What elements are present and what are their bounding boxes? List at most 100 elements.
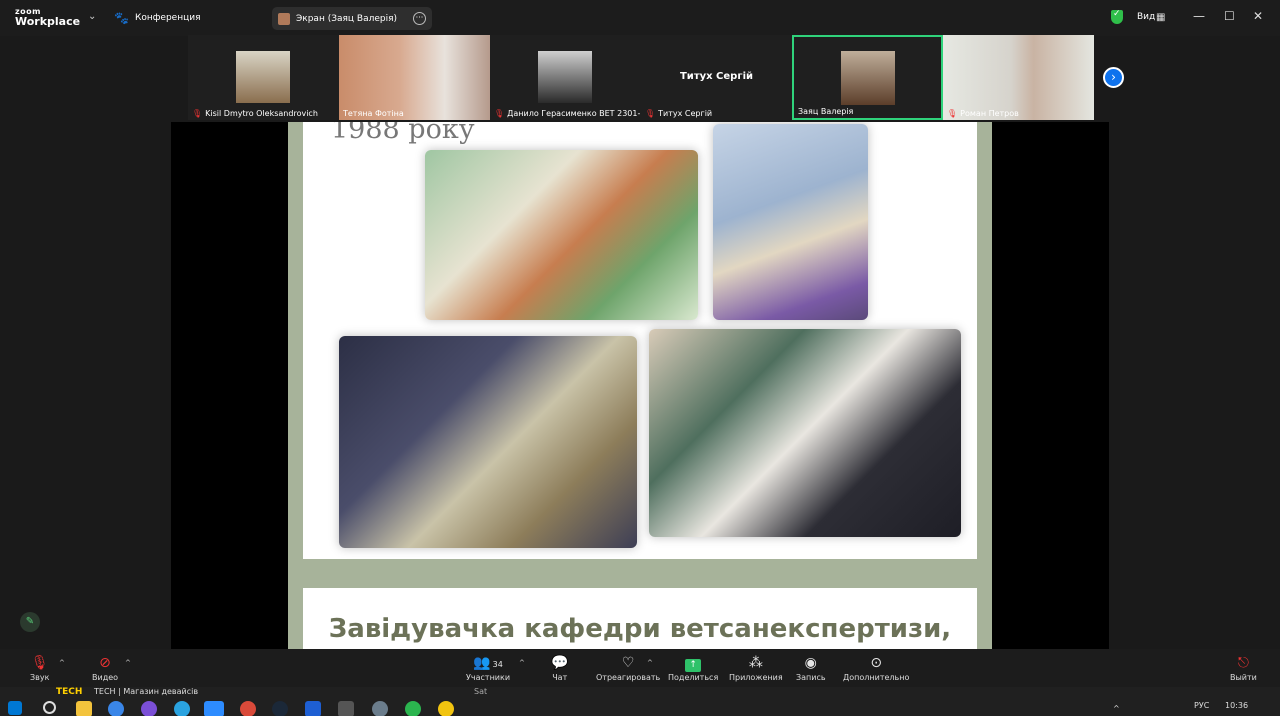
participant-name-label: 🎙 Роман Петров xyxy=(947,109,1019,118)
record-button[interactable]: ◉ Запись xyxy=(796,653,826,682)
slide-photo xyxy=(425,150,698,320)
more-icon: ⊙ xyxy=(870,655,883,671)
weather-label: Sat xyxy=(474,687,488,696)
react-label: Отреагировать xyxy=(596,673,661,682)
leave-label: Выйти xyxy=(1230,673,1257,682)
participant-name-label: Тетяна Фотіна xyxy=(343,109,404,118)
meeting-toolbar: 🎙 Звук ^ ⊘ Видео ^ 👥 34 Участники ^ 💬 Чат… xyxy=(0,649,1280,687)
close-icon[interactable]: ✕ xyxy=(1253,9,1263,23)
screen-share-label: Экран (Заяц Валерія) xyxy=(296,13,398,24)
presentation-slide: 1988 року xyxy=(303,122,977,559)
clock[interactable]: 10:36 xyxy=(1225,701,1248,710)
participant-video xyxy=(841,51,895,105)
participant-video xyxy=(236,51,290,103)
tray-expand-icon[interactable]: ^ xyxy=(1113,704,1120,713)
app-icon[interactable] xyxy=(372,701,388,716)
leave-icon: ⎋ xyxy=(1237,655,1249,671)
record-icon: ◉ xyxy=(804,655,817,671)
slide-photo xyxy=(339,336,637,548)
apps-icon: ⁂ xyxy=(748,655,763,671)
search-icon[interactable] xyxy=(43,701,56,714)
participants-icon: 👥 34 xyxy=(473,655,503,671)
muted-mic-icon: 🎙 xyxy=(30,655,49,671)
zoom-app-icon[interactable] xyxy=(204,701,224,716)
share-label: Поделиться xyxy=(668,673,719,682)
apps-button[interactable]: ⁂ Приложения xyxy=(729,653,783,682)
react-button[interactable]: ♡ Отреагировать xyxy=(596,653,660,682)
share-screen-icon: ↑ xyxy=(685,653,702,673)
muted-mic-icon: 🎙 xyxy=(645,109,656,118)
whatsapp-icon[interactable] xyxy=(405,701,421,716)
app-l-icon[interactable] xyxy=(305,701,321,716)
start-icon[interactable] xyxy=(8,701,22,715)
participant-tile-active-speaker[interactable]: Заяц Валерія xyxy=(792,35,943,120)
participant-center-name: Титух Сергій xyxy=(679,71,753,82)
annotate-pen-icon[interactable]: ✎ xyxy=(20,612,40,632)
minimize-icon[interactable]: — xyxy=(1193,9,1205,23)
audio-button[interactable]: 🎙 Звук xyxy=(30,653,49,682)
taskbar-window-title[interactable]: TECH | Магазин девайсів xyxy=(94,687,198,696)
app-icon[interactable] xyxy=(438,701,454,716)
view-button[interactable]: Вид xyxy=(1137,12,1155,22)
app-icon[interactable] xyxy=(240,701,256,716)
zoom-logo[interactable]: zoom Workplace xyxy=(15,7,80,27)
maximize-icon[interactable]: ☐ xyxy=(1224,9,1235,23)
participant-video xyxy=(339,35,490,120)
more-label: Дополнительно xyxy=(843,673,910,682)
file-explorer-icon[interactable] xyxy=(76,701,92,716)
chrome-icon[interactable] xyxy=(108,701,124,716)
video-off-icon: ⊘ xyxy=(99,655,111,671)
language-indicator[interactable]: РУС xyxy=(1194,701,1209,710)
slide-next-heading: Завідувачка кафедри ветсанекспертизи, xyxy=(328,614,952,644)
video-options-caret-icon[interactable]: ^ xyxy=(125,659,131,667)
more-options-icon[interactable]: ··· xyxy=(413,12,426,25)
chat-label: Чат xyxy=(552,673,568,682)
next-participants-arrow-icon[interactable]: › xyxy=(1103,67,1124,88)
sharer-avatar xyxy=(278,12,290,25)
participant-tile[interactable]: Титух Сергій 🎙 Титух Сергій xyxy=(641,35,792,120)
screen-share-indicator[interactable]: Экран (Заяц Валерія) ··· xyxy=(272,7,432,30)
video-button[interactable]: ⊘ Видео xyxy=(92,653,118,682)
paw-icon: 🐾 xyxy=(114,11,129,25)
title-bar: zoom Workplace ⌄ 🐾 Конференция Экран (За… xyxy=(0,0,1280,36)
audio-options-caret-icon[interactable]: ^ xyxy=(59,659,65,667)
muted-mic-icon: 🎙 xyxy=(947,109,958,118)
react-options-caret-icon[interactable]: ^ xyxy=(647,659,653,667)
participant-name-label: 🎙 Титух Сергій xyxy=(645,109,713,118)
share-button[interactable]: ↑ Поделиться xyxy=(668,653,718,682)
telegram-icon[interactable] xyxy=(174,701,190,716)
chevron-down-icon[interactable]: ⌄ xyxy=(88,11,96,22)
participants-button[interactable]: 👥 34 Участники xyxy=(466,653,510,682)
participant-tile[interactable]: Тетяна Фотіна xyxy=(339,35,490,120)
participants-count: 34 xyxy=(492,660,503,669)
video-label: Видео xyxy=(92,673,119,682)
logo-line2: Workplace xyxy=(15,15,81,28)
participant-video xyxy=(943,35,1094,120)
record-label: Запись xyxy=(796,673,826,682)
leave-button[interactable]: ⎋ Выйти xyxy=(1230,653,1257,682)
steam-icon[interactable] xyxy=(272,701,288,716)
chat-icon: 💬 xyxy=(551,655,569,671)
shared-screen: 1988 року Завідувачка кафедри ветсанексп… xyxy=(171,122,1109,649)
participant-tile[interactable]: 🎙 Роман Петров xyxy=(943,35,1094,120)
apps-label: Приложения xyxy=(729,673,783,682)
muted-mic-icon: 🎙 xyxy=(494,109,505,118)
meeting-info[interactable]: 🐾 Конференция xyxy=(114,11,201,25)
app-icon[interactable] xyxy=(338,701,354,716)
viber-icon[interactable] xyxy=(141,701,157,716)
participant-tile[interactable]: 🎙 Kisil Dmytro Oleksandrovich xyxy=(188,35,339,120)
grid-view-icon[interactable]: ▦ xyxy=(1156,12,1165,23)
slide-heading: 1988 року xyxy=(331,122,475,145)
participant-tile[interactable]: 🎙 Данило Герасименко ВЕТ 2301-... xyxy=(490,35,641,120)
zoom-window: zoom Workplace ⌄ 🐾 Конференция Экран (За… xyxy=(0,0,1280,716)
more-button[interactable]: ⊙ Дополнительно xyxy=(843,653,909,682)
participants-options-caret-icon[interactable]: ^ xyxy=(519,659,525,667)
tech-shop-logo-icon: TECH xyxy=(56,687,83,697)
meeting-title: Конференция xyxy=(134,13,201,23)
slide-photo xyxy=(713,124,868,320)
muted-mic-icon: 🎙 xyxy=(192,109,203,118)
audio-label: Звук xyxy=(30,673,50,682)
security-shield-icon[interactable] xyxy=(1111,9,1123,24)
chat-button[interactable]: 💬 Чат xyxy=(551,653,568,682)
slide-photo xyxy=(649,329,961,537)
